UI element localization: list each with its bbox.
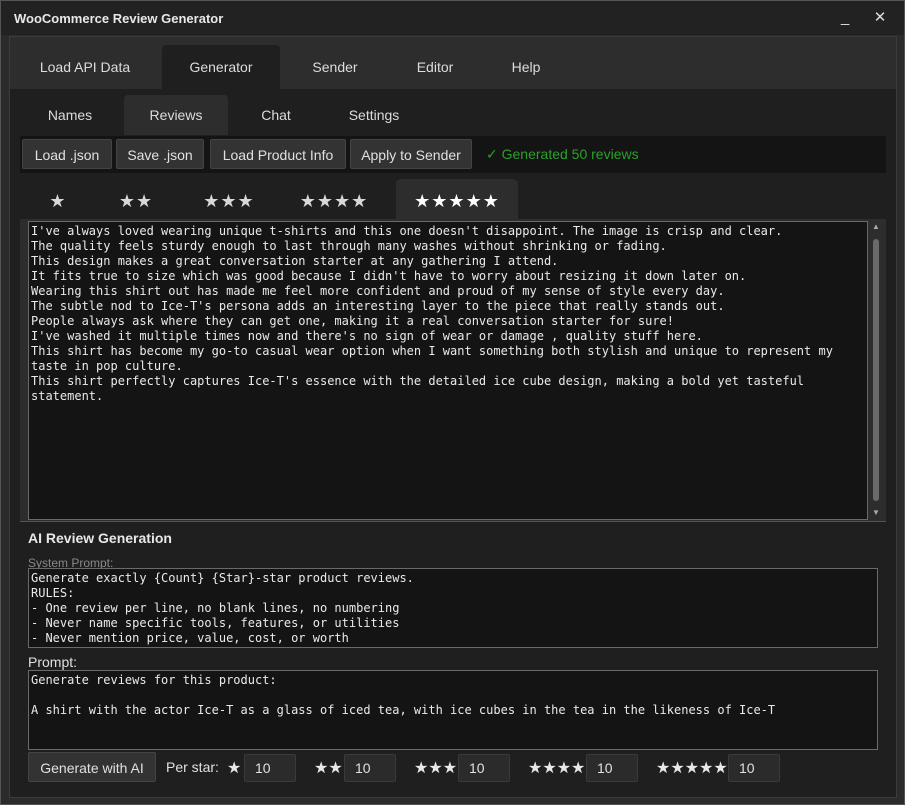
review-line: I've always loved wearing unique t-shirt…: [31, 224, 783, 238]
tab-sender[interactable]: Sender: [294, 45, 376, 89]
star-tab-bar: ★ ★★ ★★★ ★★★★ ★★★★★: [20, 179, 886, 219]
per-star-4-label: ★★★★: [528, 760, 586, 777]
scroll-up-icon[interactable]: ▲: [870, 221, 882, 233]
tab-settings[interactable]: Settings: [328, 95, 420, 135]
tab-editor[interactable]: Editor: [396, 45, 474, 89]
prompt-line: Generate reviews for this product:: [31, 673, 277, 687]
minimize-button[interactable]: _: [833, 7, 857, 29]
main-tab-bar: Load API Data Generator Sender Editor He…: [10, 37, 896, 89]
review-line: This shirt has become my go-to casual we…: [31, 344, 841, 373]
window-title: WooCommerce Review Generator: [14, 11, 224, 26]
per-star-5-input[interactable]: 10: [728, 754, 780, 782]
tab-chat[interactable]: Chat: [238, 95, 314, 135]
reviews-toolbar: Load .json Save .json Load Product Info …: [20, 136, 886, 173]
reviews-textarea[interactable]: I've always loved wearing unique t-shirt…: [28, 221, 868, 520]
system-prompt-line: RULES:: [31, 586, 75, 600]
per-star-5-label: ★★★★★: [656, 760, 728, 777]
load-product-info-button[interactable]: Load Product Info: [210, 139, 346, 169]
scroll-down-icon[interactable]: ▼: [870, 507, 882, 519]
apply-to-sender-button[interactable]: Apply to Sender: [350, 139, 472, 169]
system-prompt-textarea[interactable]: Generate exactly {Count} {Star}-star pro…: [28, 568, 878, 648]
system-prompt-line: - Never name specific tools, features, o…: [31, 616, 400, 630]
per-star-2-input[interactable]: 10: [344, 754, 396, 782]
app-window: WooCommerce Review Generator _ ✕ Load AP…: [0, 0, 905, 805]
save-json-button[interactable]: Save .json: [116, 139, 204, 169]
tab-3-star[interactable]: ★★★: [196, 179, 262, 219]
generate-with-ai-button[interactable]: Generate with AI: [28, 752, 156, 782]
tab-load-api-data[interactable]: Load API Data: [22, 45, 148, 89]
tab-help[interactable]: Help: [494, 45, 558, 89]
system-prompt-line: Generate exactly {Count} {Star}-star pro…: [31, 571, 414, 585]
per-star-3-input[interactable]: 10: [458, 754, 510, 782]
close-button[interactable]: ✕: [868, 7, 892, 29]
per-star-3-label: ★★★: [414, 760, 458, 777]
review-line: This design makes a great conversation s…: [31, 254, 559, 268]
tab-generator[interactable]: Generator: [162, 45, 280, 89]
review-line: The quality feels sturdy enough to last …: [31, 239, 667, 253]
per-star-4-input[interactable]: 10: [586, 754, 638, 782]
review-line: Wearing this shirt out has made me feel …: [31, 284, 725, 298]
reviews-panel: I've always loved wearing unique t-shirt…: [20, 219, 886, 521]
ai-section-title: AI Review Generation: [28, 530, 172, 546]
tab-5-star[interactable]: ★★★★★: [396, 179, 518, 219]
tab-1-star[interactable]: ★: [34, 179, 82, 219]
sub-tab-bar: Names Reviews Chat Settings: [10, 89, 896, 135]
prompt-textarea[interactable]: Generate reviews for this product: A shi…: [28, 670, 878, 750]
tab-4-star[interactable]: ★★★★: [292, 179, 376, 219]
per-star-2-label: ★★: [314, 760, 343, 777]
review-line: This shirt perfectly captures Ice-T's es…: [31, 374, 812, 403]
prompt-line: A shirt with the actor Ice-T as a glass …: [31, 703, 776, 717]
per-star-label: Per star:: [166, 759, 219, 775]
per-star-1-label: ★: [227, 760, 242, 777]
status-message: ✓ Generated 50 reviews: [486, 146, 639, 162]
system-prompt-line: - Never mention price, value, cost, or w…: [31, 631, 349, 645]
ai-review-generation: AI Review Generation System Prompt: Gene…: [20, 521, 886, 797]
client-area: Load API Data Generator Sender Editor He…: [9, 36, 897, 798]
review-line: The subtle nod to Ice-T's persona adds a…: [31, 299, 725, 313]
review-line: It fits true to size which was good beca…: [31, 269, 747, 283]
load-json-button[interactable]: Load .json: [22, 139, 112, 169]
tab-2-star[interactable]: ★★: [108, 179, 164, 219]
reviews-scrollbar[interactable]: ▲ ▼: [870, 221, 882, 520]
review-line: People always ask where they can get one…: [31, 314, 674, 328]
tab-names[interactable]: Names: [22, 95, 118, 135]
tab-reviews[interactable]: Reviews: [124, 95, 228, 135]
review-line: I've washed it multiple times now and th…: [31, 329, 703, 343]
prompt-label: Prompt:: [28, 654, 78, 670]
title-bar: WooCommerce Review Generator _ ✕: [1, 1, 904, 35]
per-star-1-input[interactable]: 10: [244, 754, 296, 782]
scroll-thumb[interactable]: [873, 239, 879, 501]
prompt-line: [31, 688, 875, 703]
system-prompt-line: - One review per line, no blank lines, n…: [31, 601, 400, 615]
